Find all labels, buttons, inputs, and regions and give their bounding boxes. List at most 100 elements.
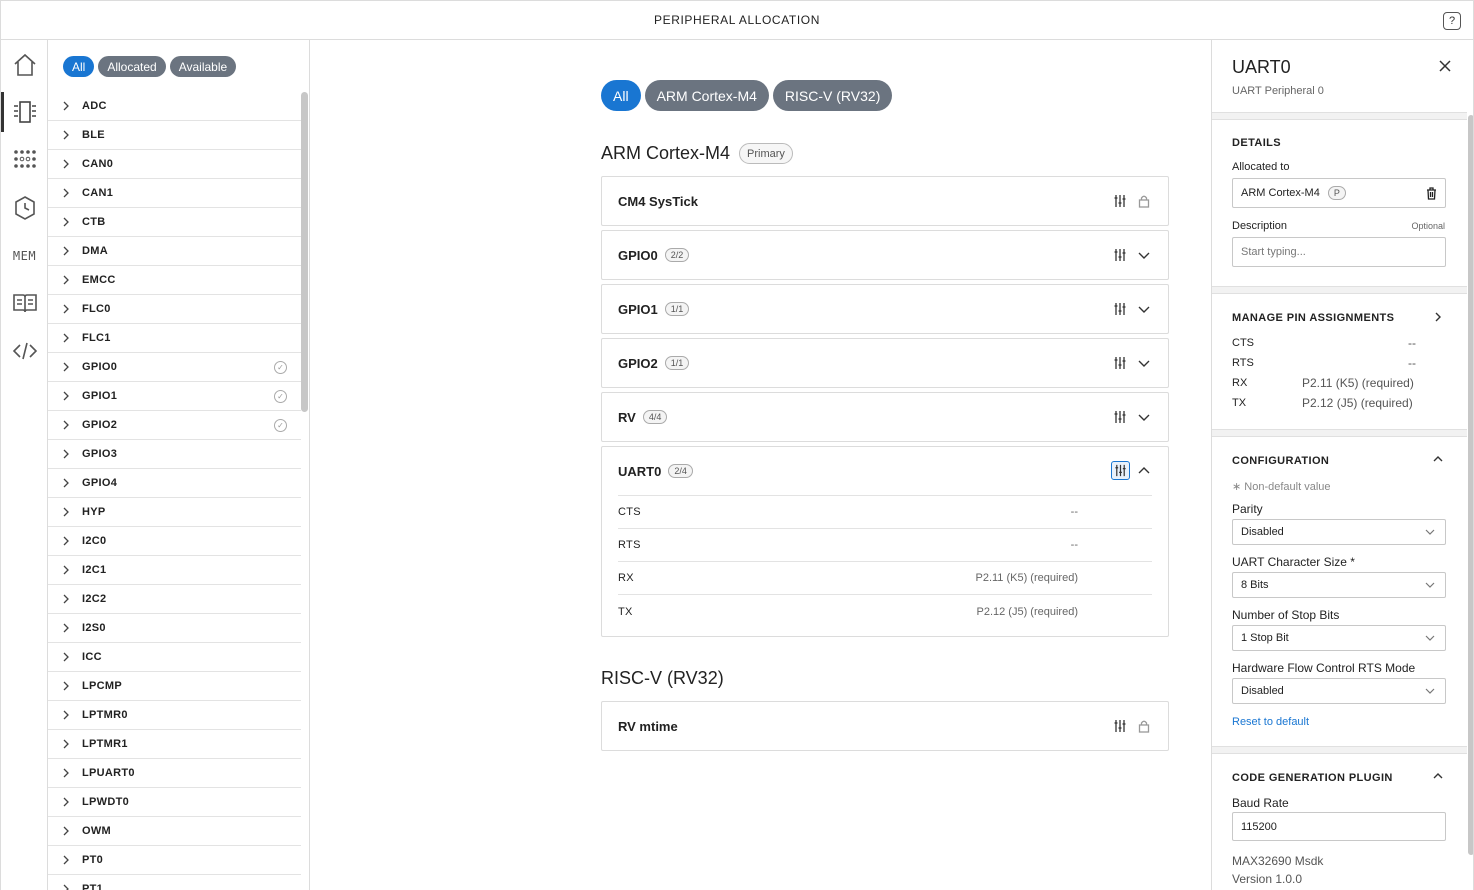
peripheral-row[interactable]: DMA — [48, 237, 301, 266]
configuration-heading[interactable]: CONFIGURATION — [1232, 455, 1329, 467]
card-header[interactable]: GPIO1 1/1 — [602, 285, 1168, 333]
reset-to-default-link[interactable]: Reset to default — [1232, 716, 1309, 728]
card-header[interactable]: CM4 SysTick — [602, 177, 1168, 225]
configure-icon[interactable] — [1113, 248, 1127, 262]
peripheral-row[interactable]: GPIO3 — [48, 440, 301, 469]
chevron-right-icon[interactable] — [62, 391, 70, 401]
peripheral-row[interactable]: CTB — [48, 208, 301, 237]
rts-mode-select[interactable]: Disabled — [1232, 678, 1446, 704]
chevron-right-icon[interactable] — [62, 507, 70, 517]
chevron-right-icon[interactable] — [62, 536, 70, 546]
filter-all[interactable]: All — [63, 56, 95, 77]
chevron-right-icon[interactable] — [62, 159, 70, 169]
peripheral-icon[interactable] — [1, 92, 48, 132]
clock-icon[interactable] — [1, 188, 48, 228]
configure-icon[interactable] — [1113, 356, 1127, 370]
peripheral-row[interactable]: GPIO1 ✓ — [48, 382, 301, 411]
chevron-down-icon[interactable] — [1137, 410, 1151, 424]
peripheral-row[interactable]: EMCC — [48, 266, 301, 295]
card-header[interactable]: UART0 2/4 — [602, 447, 1168, 495]
peripheral-row[interactable]: ICC — [48, 643, 301, 672]
char-size-select[interactable]: 8 Bits — [1232, 572, 1446, 598]
chevron-right-icon[interactable] — [62, 768, 70, 778]
configure-icon[interactable] — [1113, 194, 1127, 208]
peripheral-row[interactable]: GPIO0 ✓ — [48, 353, 301, 382]
chevron-right-icon[interactable] — [62, 304, 70, 314]
peripheral-row[interactable]: I2C0 — [48, 527, 301, 556]
peripheral-row[interactable]: GPIO2 ✓ — [48, 411, 301, 440]
chevron-right-icon[interactable] — [62, 884, 70, 890]
chevron-right-icon[interactable] — [62, 652, 70, 662]
chevron-right-icon[interactable] — [62, 594, 70, 604]
chevron-right-icon[interactable] — [62, 362, 70, 372]
close-icon[interactable] — [1439, 60, 1451, 72]
chevron-right-icon[interactable] — [62, 420, 70, 430]
configure-icon[interactable] — [1113, 410, 1127, 424]
chevron-down-icon[interactable] — [1137, 248, 1151, 262]
pin-row[interactable]: RTS -- — [618, 529, 1152, 562]
parity-select[interactable]: Disabled — [1232, 519, 1446, 545]
home-icon[interactable] — [1, 45, 48, 85]
core-filter-riscv[interactable]: RISC-V (RV32) — [772, 80, 893, 111]
filter-available[interactable]: Available — [169, 56, 237, 77]
core-filter-arm[interactable]: ARM Cortex-M4 — [644, 80, 769, 111]
chevron-right-icon[interactable] — [62, 565, 70, 575]
peripheral-card-rv-mtime[interactable]: RV mtime — [601, 701, 1169, 751]
peripheral-card[interactable]: GPIO1 1/1 — [601, 284, 1169, 334]
help-icon[interactable]: ? — [1443, 12, 1461, 30]
pin-row[interactable]: CTS -- — [618, 496, 1152, 529]
peripheral-card[interactable]: GPIO2 1/1 — [601, 338, 1169, 388]
peripheral-row[interactable]: LPTMR0 — [48, 701, 301, 730]
chevron-right-icon[interactable] — [62, 246, 70, 256]
peripheral-row[interactable]: I2C2 — [48, 585, 301, 614]
pin-row[interactable]: RX P2.11 (K5) (required) — [618, 562, 1152, 595]
chevron-down-icon[interactable] — [1137, 302, 1151, 316]
peripheral-row[interactable]: FLC1 — [48, 324, 301, 353]
pin-grid-icon[interactable] — [1, 140, 48, 180]
peripheral-card[interactable]: GPIO0 2/2 — [601, 230, 1169, 280]
peripheral-row[interactable]: I2S0 — [48, 614, 301, 643]
description-input[interactable]: Start typing... — [1232, 237, 1446, 267]
chevron-right-icon[interactable] — [62, 739, 70, 749]
peripheral-row[interactable]: PT1 — [48, 875, 301, 890]
peripheral-row[interactable]: LPUART0 — [48, 759, 301, 788]
peripheral-row[interactable]: ADC — [48, 92, 301, 121]
peripheral-card-uart0[interactable]: UART0 2/4 CTS -- RTS -- RX P2.11 (K5) (requir… — [601, 446, 1169, 637]
code-icon[interactable] — [1, 331, 48, 371]
configure-icon[interactable] — [1113, 719, 1127, 733]
stop-bits-select[interactable]: 1 Stop Bit — [1232, 625, 1446, 651]
chevron-right-icon[interactable] — [62, 855, 70, 865]
chevron-right-icon[interactable] — [1433, 312, 1443, 322]
card-header[interactable]: RV mtime — [602, 702, 1168, 750]
chevron-right-icon[interactable] — [62, 478, 70, 488]
chevron-right-icon[interactable] — [62, 188, 70, 198]
peripheral-row[interactable]: BLE — [48, 121, 301, 150]
pin-row[interactable]: TX P2.12 (J5) (required) — [618, 595, 1152, 628]
card-header[interactable]: RV 4/4 — [602, 393, 1168, 441]
chevron-right-icon[interactable] — [62, 101, 70, 111]
chevron-right-icon[interactable] — [62, 623, 70, 633]
chevron-right-icon[interactable] — [62, 333, 70, 343]
scrollbar[interactable] — [301, 92, 308, 412]
chevron-up-icon[interactable] — [1137, 464, 1151, 478]
filter-allocated[interactable]: Allocated — [98, 56, 166, 77]
peripheral-row[interactable]: LPWDT0 — [48, 788, 301, 817]
chevron-right-icon[interactable] — [62, 797, 70, 807]
card-header[interactable]: GPIO2 1/1 — [602, 339, 1168, 387]
peripheral-row[interactable]: FLC0 — [48, 295, 301, 324]
card-header[interactable]: GPIO0 2/2 — [602, 231, 1168, 279]
peripheral-card[interactable]: RV 4/4 — [601, 392, 1169, 442]
documentation-icon[interactable] — [1, 283, 48, 323]
peripheral-row[interactable]: PT0 — [48, 846, 301, 875]
peripheral-row[interactable]: LPCMP — [48, 672, 301, 701]
peripheral-card[interactable]: CM4 SysTick — [601, 176, 1169, 226]
chevron-up-icon[interactable] — [1433, 454, 1443, 464]
chevron-right-icon[interactable] — [62, 681, 70, 691]
chevron-right-icon[interactable] — [62, 449, 70, 459]
chevron-down-icon[interactable] — [1137, 356, 1151, 370]
peripheral-row[interactable]: I2C1 — [48, 556, 301, 585]
memory-icon[interactable]: MEM — [1, 236, 48, 276]
peripheral-row[interactable]: GPIO4 — [48, 469, 301, 498]
chevron-right-icon[interactable] — [62, 130, 70, 140]
chevron-right-icon[interactable] — [62, 217, 70, 227]
